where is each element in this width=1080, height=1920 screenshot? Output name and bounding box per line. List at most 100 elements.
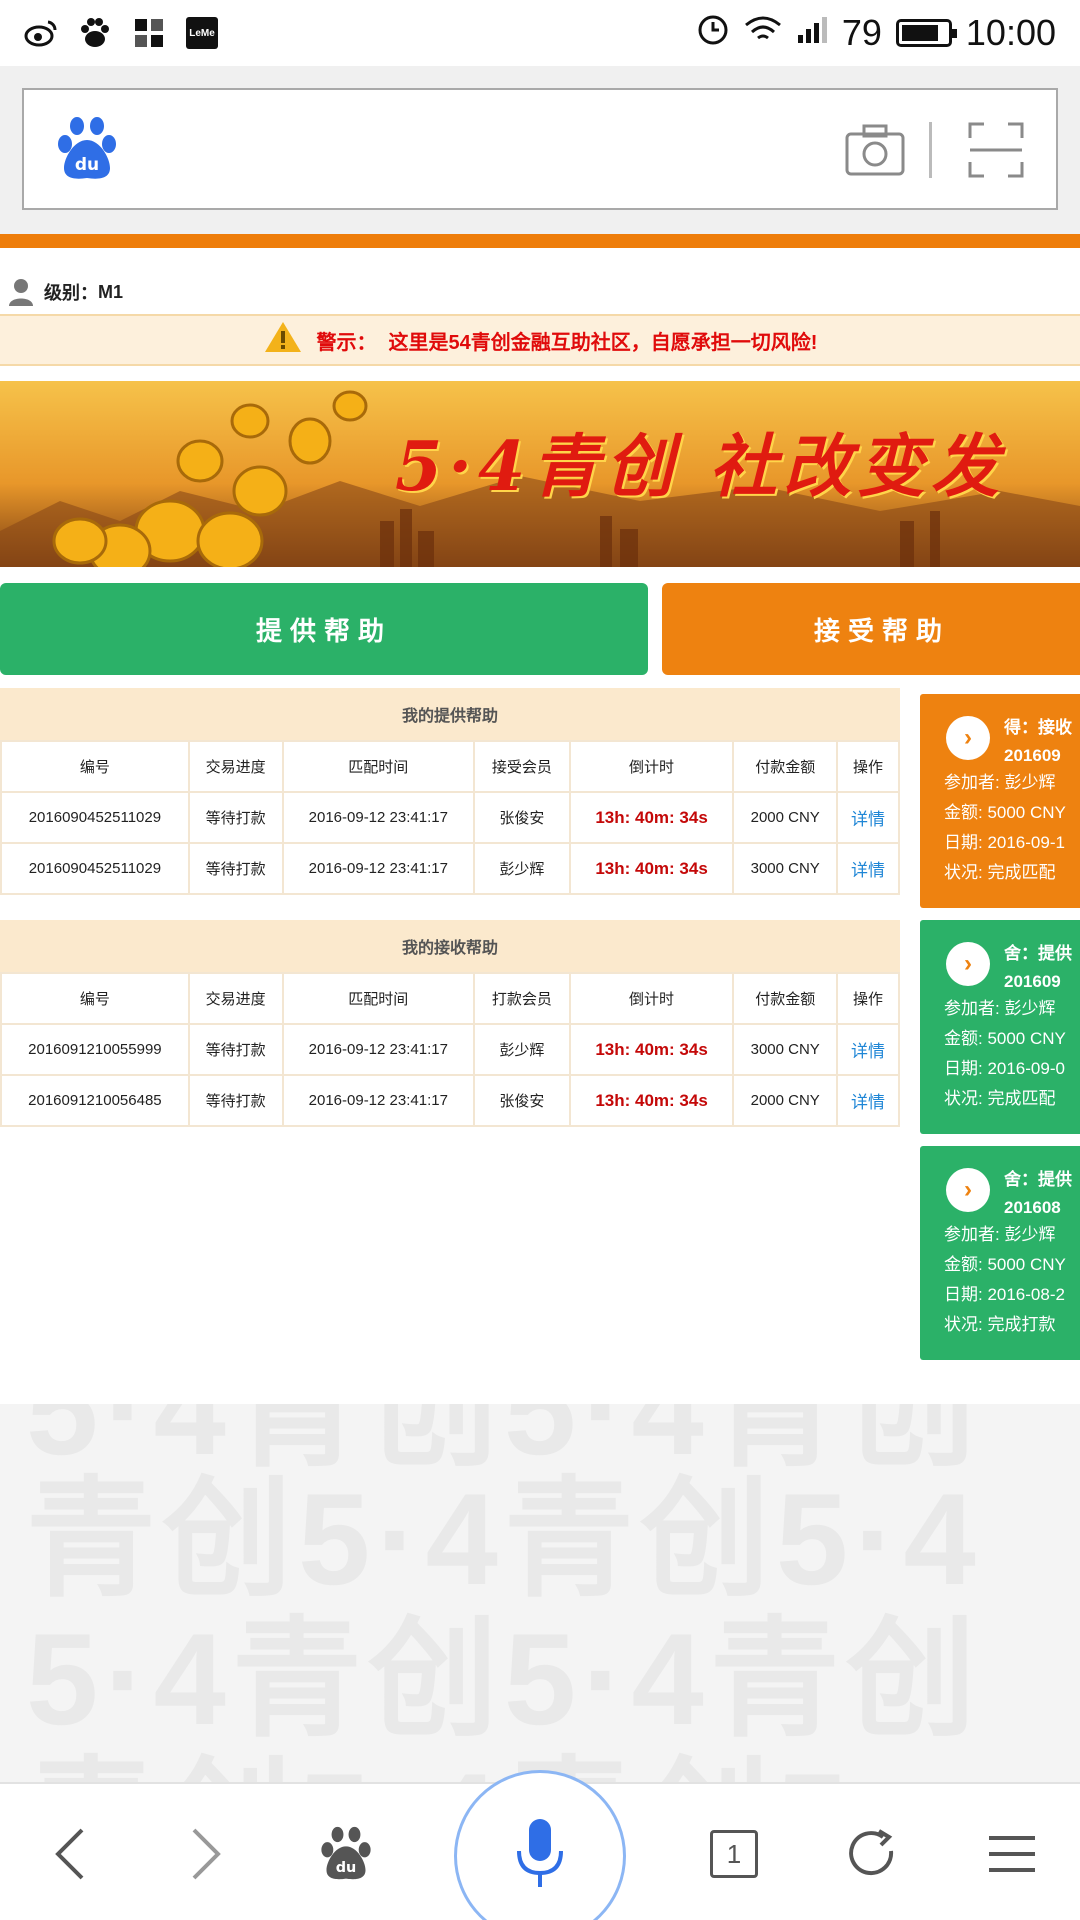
signal-icon bbox=[796, 12, 828, 54]
order-status: 等待打款 bbox=[187, 791, 284, 844]
header-cell: 交易进度 bbox=[187, 740, 284, 793]
detail-link[interactable]: 详情 bbox=[836, 842, 900, 895]
header-cell: 付款金额 bbox=[732, 740, 839, 793]
match-time: 2016-09-12 23:41:17 bbox=[281, 842, 476, 895]
receive-help-button[interactable]: 接受帮助 bbox=[662, 583, 1080, 675]
wifi-icon bbox=[744, 12, 782, 54]
warning-text: 这里是54青创金融互助社区，自愿承担一切风险! bbox=[388, 331, 818, 354]
user-level: 级别： M1 bbox=[0, 264, 123, 320]
baidu-paw-icon[interactable]: du bbox=[56, 116, 118, 187]
detail-link[interactable]: 详情 bbox=[836, 1023, 900, 1076]
promo-banner[interactable]: 5·4青创 社改变发 bbox=[0, 381, 1080, 567]
camera-icon[interactable] bbox=[844, 122, 906, 183]
header-cell: 操作 bbox=[836, 740, 900, 793]
status-bar: LeMe 79 10:00 bbox=[0, 0, 1080, 66]
detail-link[interactable]: 详情 bbox=[836, 1074, 900, 1127]
card-amount: 金额: 5000 CNY bbox=[944, 1029, 1066, 1048]
give-help-table: 我的提供帮助 编号 交易进度 匹配时间 接受会员 倒计时 付款金额 操作 201… bbox=[0, 688, 900, 895]
refresh-icon[interactable] bbox=[832, 1814, 912, 1894]
arrow-right-icon[interactable]: › bbox=[946, 716, 990, 760]
match-time: 2016-09-12 23:41:17 bbox=[281, 1023, 476, 1076]
voice-search-button[interactable] bbox=[454, 1770, 626, 1920]
banner-slogan: 5·4青创 社改变发 bbox=[395, 427, 1005, 507]
header-cell: 编号 bbox=[0, 740, 190, 793]
svg-text:du: du bbox=[336, 1860, 357, 1876]
level-value: M1 bbox=[98, 281, 124, 302]
header-cell: 倒计时 bbox=[568, 740, 735, 793]
forward-icon[interactable] bbox=[166, 1814, 246, 1894]
card-amount: 金额: 5000 CNY bbox=[944, 1255, 1066, 1274]
back-icon[interactable] bbox=[30, 1814, 110, 1894]
provide-help-button[interactable]: 提供帮助 bbox=[0, 583, 648, 675]
member-name: 彭少辉 bbox=[473, 1023, 571, 1076]
battery-icon bbox=[895, 19, 957, 47]
card-status: 状况: 完成打款 bbox=[944, 1315, 1056, 1334]
warning-bar: 警示： 这里是54青创金融互助社区，自愿承担一切风险! bbox=[0, 314, 1080, 366]
table-row: 2016091210056485 等待打款 2016-09-12 23:41:1… bbox=[0, 1074, 900, 1127]
countdown: 13h: 40m: 34s bbox=[568, 1074, 735, 1127]
table-header-row: 编号 交易进度 匹配时间 接受会员 倒计时 付款金额 操作 bbox=[0, 740, 900, 793]
member-name: 张俊安 bbox=[473, 1074, 571, 1127]
card-header: 得：接收 201609 bbox=[1004, 718, 1072, 765]
apps-grid-icon bbox=[132, 16, 166, 50]
table-title: 我的接收帮助 bbox=[0, 920, 900, 972]
card-date: 日期: 2016-09-1 bbox=[944, 833, 1065, 852]
table-row: 2016090452511029 等待打款 2016-09-12 23:41:1… bbox=[0, 842, 900, 895]
order-id: 2016090452511029 bbox=[0, 842, 190, 895]
svg-text:du: du bbox=[75, 155, 99, 175]
top-accent-bar bbox=[0, 234, 1080, 248]
tabs-button[interactable]: 1 bbox=[694, 1814, 774, 1894]
arrow-right-icon[interactable]: › bbox=[946, 942, 990, 986]
search-input[interactable]: du bbox=[22, 88, 1058, 210]
member-name: 张俊安 bbox=[473, 791, 571, 844]
leme-icon: LeMe bbox=[186, 17, 218, 49]
record-card[interactable]: › 舍：提供 201609 参加者: 彭少辉 金额: 5000 CNY 日期: 2… bbox=[920, 920, 1080, 1134]
card-status: 状况: 完成匹配 bbox=[944, 1089, 1056, 1108]
menu-icon[interactable] bbox=[972, 1814, 1052, 1894]
countdown: 13h: 40m: 34s bbox=[568, 791, 735, 844]
warning-label: 警示： bbox=[316, 331, 377, 354]
receive-help-table: 我的接收帮助 编号 交易进度 匹配时间 打款会员 倒计时 付款金额 操作 201… bbox=[0, 920, 900, 1127]
scan-icon[interactable] bbox=[968, 122, 1024, 183]
match-time: 2016-09-12 23:41:17 bbox=[281, 791, 476, 844]
weibo-icon bbox=[24, 16, 58, 50]
footer-watermark: 5·4青创5·4青创 青创5·4青创5·4 5·4青创5·4青创 青创5·4青创… bbox=[0, 1404, 1080, 1782]
countdown: 13h: 40m: 34s bbox=[568, 842, 735, 895]
web-page: 级别： M1 警示： 这里是54青创金融互助社区，自愿承担一切风险! 5·4青创… bbox=[0, 234, 1080, 1404]
order-id: 2016090452511029 bbox=[0, 791, 190, 844]
user-icon bbox=[8, 278, 34, 306]
record-card[interactable]: › 舍：提供 201608 参加者: 彭少辉 金额: 5000 CNY 日期: 2… bbox=[920, 1146, 1080, 1360]
card-participant: 参加者: 彭少辉 bbox=[944, 773, 1056, 792]
amount: 3000 CNY bbox=[732, 842, 839, 895]
order-id: 2016091210055999 bbox=[0, 1023, 190, 1076]
header-cell: 打款会员 bbox=[473, 972, 571, 1025]
header-cell: 操作 bbox=[836, 972, 900, 1025]
battery-level: 79 bbox=[841, 12, 882, 53]
record-card[interactable]: › 得：接收 201609 参加者: 彭少辉 金额: 5000 CNY 日期: 2… bbox=[920, 694, 1080, 908]
card-status: 状况: 完成匹配 bbox=[944, 863, 1056, 882]
table-row: 2016091210055999 等待打款 2016-09-12 23:41:1… bbox=[0, 1023, 900, 1076]
table-title: 我的提供帮助 bbox=[0, 688, 900, 740]
order-status: 等待打款 bbox=[187, 842, 284, 895]
clock: 10:00 bbox=[965, 12, 1056, 53]
watermark-text: 青创5·4青创5 bbox=[26, 1714, 854, 1782]
header-cell: 匹配时间 bbox=[281, 972, 476, 1025]
header-cell: 交易进度 bbox=[187, 972, 284, 1025]
card-amount: 金额: 5000 CNY bbox=[944, 803, 1066, 822]
order-status: 等待打款 bbox=[187, 1074, 284, 1127]
card-details: 参加者: 彭少辉 金额: 5000 CNY 日期: 2016-08-2 状况: … bbox=[944, 1220, 1066, 1340]
detail-link[interactable]: 详情 bbox=[836, 791, 900, 844]
table-row: 2016090452511029 等待打款 2016-09-12 23:41:1… bbox=[0, 791, 900, 844]
arrow-right-icon[interactable]: › bbox=[946, 1168, 990, 1212]
level-label: 级别： bbox=[44, 283, 98, 303]
header-cell: 倒计时 bbox=[568, 972, 735, 1025]
header-cell: 编号 bbox=[0, 972, 190, 1025]
amount: 2000 CNY bbox=[732, 791, 839, 844]
amount: 3000 CNY bbox=[732, 1023, 839, 1076]
tab-count: 1 bbox=[710, 1830, 758, 1878]
header-cell: 接受会员 bbox=[473, 740, 571, 793]
card-date: 日期: 2016-09-0 bbox=[944, 1059, 1065, 1078]
amount: 2000 CNY bbox=[732, 1074, 839, 1127]
baidu-home-icon[interactable]: du bbox=[306, 1814, 386, 1894]
order-id: 2016091210056485 bbox=[0, 1074, 190, 1127]
